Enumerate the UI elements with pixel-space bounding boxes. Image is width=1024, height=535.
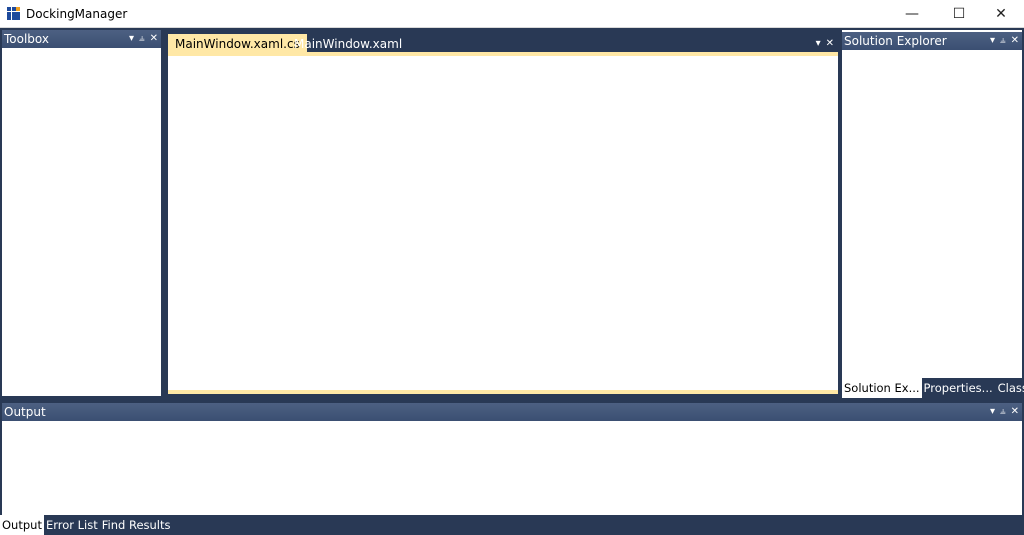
tab-class-view[interactable]: Class View [995,378,1024,398]
output-tabs: Output Error List Find Results [0,515,1024,535]
maximize-icon: ☐ [952,6,966,22]
output-pin-icon[interactable]: ⫨ [1000,403,1006,421]
tab-label: MainWindow.xaml [294,37,403,51]
app-icon-cell [16,7,20,11]
minimize-icon: — [905,6,919,22]
app-icon-cell [7,7,11,11]
app-icon [7,7,20,20]
tab-error-list[interactable]: Error List [44,515,100,535]
toolbox-header[interactable]: Toolbox ▾ ⫨ ✕ [2,30,161,48]
tab-label: MainWindow.xaml.cs [175,37,300,51]
tab-mainwindow-xaml[interactable]: MainWindow.xaml [287,34,409,54]
window-title: DockingManager [26,7,128,21]
app-icon-cell [7,16,11,20]
tab-output[interactable]: Output [0,515,44,535]
output-close-icon[interactable]: ✕ [1011,403,1019,421]
tab-find-results[interactable]: Find Results [100,515,173,535]
app-icon-cell [16,16,20,20]
document-tab-strip: MainWindow.xaml.cs MainWindow.xaml ▾ ✕ [168,34,838,54]
toolbox-pin-icon[interactable]: ⫨ [139,30,145,48]
solution-explorer-pin-icon[interactable]: ⫨ [1000,32,1006,50]
document-close-icon[interactable]: ✕ [826,35,834,53]
output-header[interactable]: Output ▾ ⫨ ✕ [2,403,1022,421]
close-icon: ✕ [995,6,1007,22]
solution-explorer-header[interactable]: Solution Explorer ▾ ⫨ ✕ [842,32,1022,50]
output-title: Output [4,405,46,419]
solution-explorer-tabs: Solution Ex... Properties... Class View [842,378,1024,398]
app-icon-cell [16,11,20,16]
tab-mainwindow-xaml-cs[interactable]: MainWindow.xaml.cs [168,34,307,54]
window-titlebar: DockingManager — ☐ ✕ [0,0,1024,28]
toolbox-title: Toolbox [4,32,49,46]
app-icon-cell [11,16,16,20]
app-icon-cell [11,7,16,11]
solution-explorer-menu-icon[interactable]: ▾ [990,32,995,50]
tab-solution-explorer[interactable]: Solution Ex... [842,378,922,398]
document-editor[interactable] [168,52,838,394]
solution-explorer-panel: Solution Explorer ▾ ⫨ ✕ [842,30,1022,396]
output-panel: Output ▾ ⫨ ✕ [2,403,1022,515]
solution-explorer-close-icon[interactable]: ✕ [1011,32,1019,50]
maximize-button[interactable]: ☐ [936,0,982,28]
document-menu-icon[interactable]: ▾ [816,35,821,53]
toolbox-close-icon[interactable]: ✕ [150,30,158,48]
close-window-button[interactable]: ✕ [978,0,1024,28]
app-icon-cell [11,11,16,16]
minimize-button[interactable]: — [889,0,935,28]
toolbox-panel: Toolbox ▾ ⫨ ✕ [2,30,161,396]
tab-properties[interactable]: Properties... [922,378,995,398]
app-icon-cell [7,11,11,16]
output-menu-icon[interactable]: ▾ [990,403,995,421]
toolbox-menu-icon[interactable]: ▾ [129,30,134,48]
solution-explorer-title: Solution Explorer [844,34,947,48]
